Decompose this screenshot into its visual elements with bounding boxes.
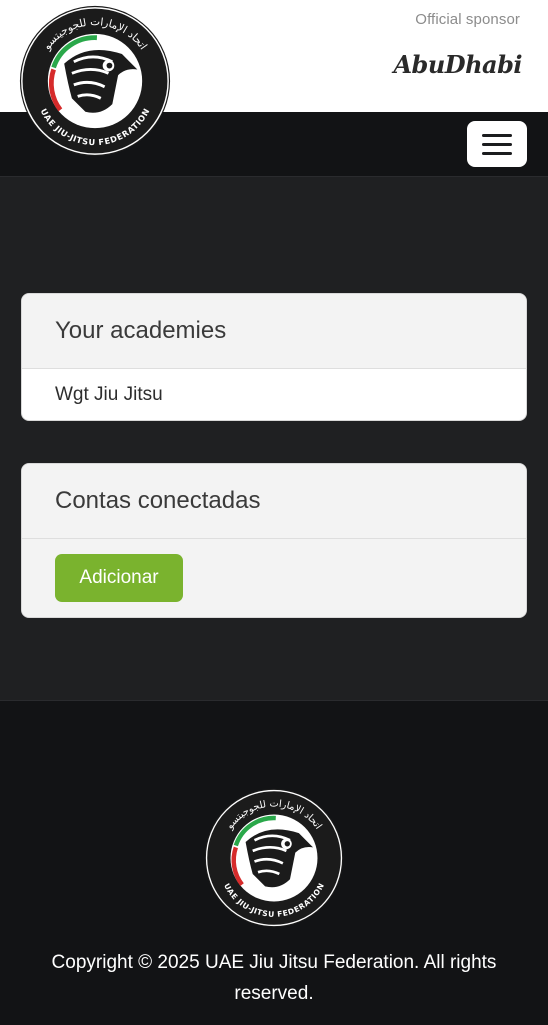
connected-accounts-card: Contas conectadas Adicionar [21,463,527,618]
copyright-text: Copyright © 2025 UAE Jiu Jitsu Federatio… [51,952,497,1004]
menu-toggle-button[interactable] [467,121,527,167]
academy-item[interactable]: Wgt Jiu Jitsu [22,369,526,420]
academies-title: Your academies [22,294,526,369]
sponsor-label: Official sponsor [415,11,520,28]
footer: اتحاد الإمارات للجوجيتسو UAE JIU-JITSU F… [0,700,548,1025]
sponsor-logo[interactable]: AbuDhabi [393,50,522,79]
connected-accounts-title: Contas conectadas [22,464,526,539]
connected-accounts-body: Adicionar [22,539,526,617]
academies-card: Your academies Wgt Jiu Jitsu [21,293,527,421]
add-button[interactable]: Adicionar [55,554,183,602]
federation-logo[interactable]: اتحاد الإمارات للجوجيتسو UAE JIU-JITSU F… [18,4,172,158]
hamburger-icon [482,133,512,137]
footer-logo[interactable]: اتحاد الإمارات للجوجيتسو UAE JIU-JITSU F… [203,787,345,929]
